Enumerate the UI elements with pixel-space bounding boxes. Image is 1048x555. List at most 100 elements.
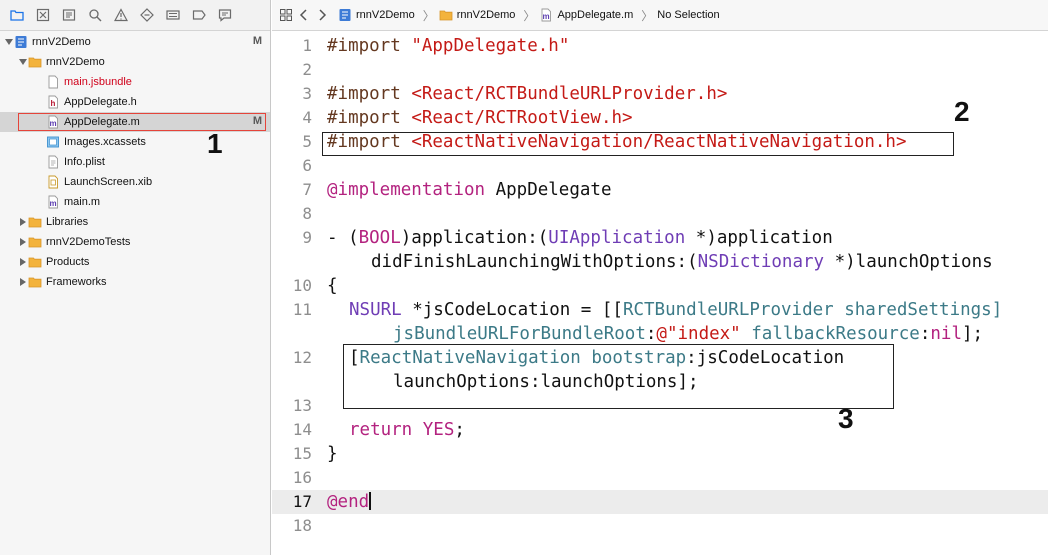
- breadcrumb-label: rnnV2Demo: [456, 9, 516, 21]
- code-line: 8: [272, 202, 1048, 226]
- objc-file-icon: m: [46, 195, 60, 209]
- source-control-icon[interactable]: [32, 4, 54, 26]
- folder-icon: [28, 255, 42, 269]
- callout-box-1: [18, 113, 266, 131]
- tree-item-group[interactable]: rnnV2Demo: [0, 52, 270, 72]
- tree-item-label: main.jsbundle: [64, 76, 132, 88]
- tree-item-label: rnnV2DemoTests: [46, 236, 131, 248]
- code-line: 10 {: [272, 274, 1048, 298]
- line-number: 5: [302, 132, 312, 151]
- line-number: 15: [292, 444, 312, 463]
- search-icon[interactable]: [84, 4, 106, 26]
- project-navigator-folder-icon[interactable]: [6, 4, 28, 26]
- modified-badge: M: [252, 35, 262, 47]
- tree-item-file[interactable]: m main.m: [0, 192, 270, 212]
- code-line: 11 NSURL *jsCodeLocation = [[RCTBundleUR…: [272, 298, 1048, 322]
- disclosure-collapsed-icon[interactable]: [18, 272, 28, 292]
- code-text: @implementation AppDelegate: [327, 180, 612, 200]
- code-line: 6: [272, 154, 1048, 178]
- callout-number-1: 1: [207, 128, 223, 159]
- line-number: 4: [302, 108, 312, 127]
- breadcrumb-file[interactable]: m AppDelegate.m: [539, 8, 633, 22]
- breadcrumb-group[interactable]: rnnV2Demo: [439, 8, 516, 22]
- folder-icon: [28, 235, 42, 249]
- code-text: return YES;: [349, 420, 465, 440]
- tree-item-file[interactable]: LaunchScreen.xib: [0, 172, 270, 192]
- tree-item-group[interactable]: rnnV2DemoTests: [0, 232, 270, 252]
- code-text: #import <React/RCTRootView.h>: [327, 108, 633, 128]
- tree-item-group[interactable]: Libraries: [0, 212, 270, 232]
- code-line: 4 #import <React/RCTRootView.h>: [272, 106, 1048, 130]
- tree-item-file[interactable]: h AppDelegate.h: [0, 92, 270, 112]
- header-file-icon: h: [46, 95, 60, 109]
- tree-item-group[interactable]: Products: [0, 252, 270, 272]
- tree-item-group[interactable]: Frameworks: [0, 272, 270, 292]
- code-line: 16: [272, 466, 1048, 490]
- tree-item-project[interactable]: rnnV2Demo M: [0, 32, 270, 52]
- line-number: 13: [292, 396, 312, 415]
- breadcrumb-label: rnnV2Demo: [356, 9, 415, 21]
- tree-item-label: main.m: [64, 196, 101, 208]
- callout-box-3: [343, 344, 894, 409]
- tree-item-file[interactable]: Images.xcassets: [0, 132, 270, 152]
- line-number: 9: [302, 228, 312, 247]
- report-navigator-icon[interactable]: [214, 4, 236, 26]
- assets-icon: [46, 135, 60, 149]
- code-line: 7 @implementation AppDelegate: [272, 178, 1048, 202]
- svg-text:m: m: [543, 12, 550, 21]
- warning-icon[interactable]: [110, 4, 132, 26]
- tree-item-label: AppDelegate.h: [64, 96, 137, 108]
- disclosure-expanded-icon[interactable]: [4, 32, 14, 52]
- line-number: 7: [302, 180, 312, 199]
- svg-text:m: m: [49, 199, 56, 208]
- line-number: 6: [302, 156, 312, 175]
- line-number: 12: [292, 348, 312, 367]
- disclosure-collapsed-icon[interactable]: [18, 232, 28, 252]
- test-navigator-icon[interactable]: [136, 4, 158, 26]
- code-line-wrapped: didFinishLaunchingWithOptions:(NSDiction…: [272, 250, 1048, 274]
- debug-navigator-icon[interactable]: [162, 4, 184, 26]
- forward-arrow-icon[interactable]: [316, 9, 328, 21]
- related-items-icon[interactable]: [280, 9, 292, 21]
- line-number: 3: [302, 84, 312, 103]
- file-icon: [46, 75, 60, 89]
- objc-file-icon: m: [539, 8, 553, 22]
- line-number: 10: [292, 276, 312, 295]
- tree-item-label: Info.plist: [64, 156, 105, 168]
- disclosure-collapsed-icon[interactable]: [18, 252, 28, 272]
- tree-item-label: rnnV2Demo: [46, 56, 105, 68]
- folder-icon: [28, 275, 42, 289]
- line-number: 2: [302, 60, 312, 79]
- folder-icon: [439, 8, 453, 22]
- breadcrumb-project[interactable]: rnnV2Demo: [338, 8, 415, 22]
- chevron-right-icon: 〉: [422, 8, 435, 23]
- disclosure-expanded-icon[interactable]: [18, 52, 28, 72]
- tree-item-label: Images.xcassets: [64, 136, 146, 148]
- navigator-toolbar: [0, 0, 270, 31]
- folder-icon: [28, 55, 42, 69]
- tree-item-file[interactable]: main.jsbundle: [0, 72, 270, 92]
- code-line: 3 #import <React/RCTBundleURLProvider.h>: [272, 82, 1048, 106]
- file-tree: rnnV2Demo M rnnV2Demo main.jsbundle h Ap…: [0, 32, 270, 292]
- line-number: 18: [292, 516, 312, 535]
- disclosure-collapsed-icon[interactable]: [18, 212, 28, 232]
- code-text: - (BOOL)application:(UIApplication *)app…: [327, 228, 833, 248]
- line-number: 11: [292, 300, 312, 319]
- callout-number-3: 3: [838, 403, 854, 434]
- text-caret: [369, 492, 371, 510]
- folder-icon: [28, 215, 42, 229]
- breadcrumb-label: AppDelegate.m: [557, 9, 634, 21]
- code-area[interactable]: 1 #import "AppDelegate.h" 2 3 #import <R…: [272, 32, 1048, 555]
- code-line: 18: [272, 514, 1048, 538]
- back-arrow-icon[interactable]: [298, 9, 310, 21]
- source-editor: rnnV2Demo 〉 rnnV2Demo 〉 m AppDelegate.m …: [272, 0, 1048, 555]
- tree-item-label: Products: [46, 256, 90, 268]
- code-line-current: 17 @end: [272, 490, 1048, 514]
- tree-item-file[interactable]: Info.plist: [0, 152, 270, 172]
- chevron-right-icon: 〉: [641, 8, 654, 23]
- code-text: #import "AppDelegate.h": [327, 36, 570, 56]
- symbol-navigator-icon[interactable]: [58, 4, 80, 26]
- breadcrumb-symbol[interactable]: No Selection: [657, 9, 719, 21]
- breakpoint-navigator-icon[interactable]: [188, 4, 210, 26]
- callout-number-2: 2: [954, 96, 970, 127]
